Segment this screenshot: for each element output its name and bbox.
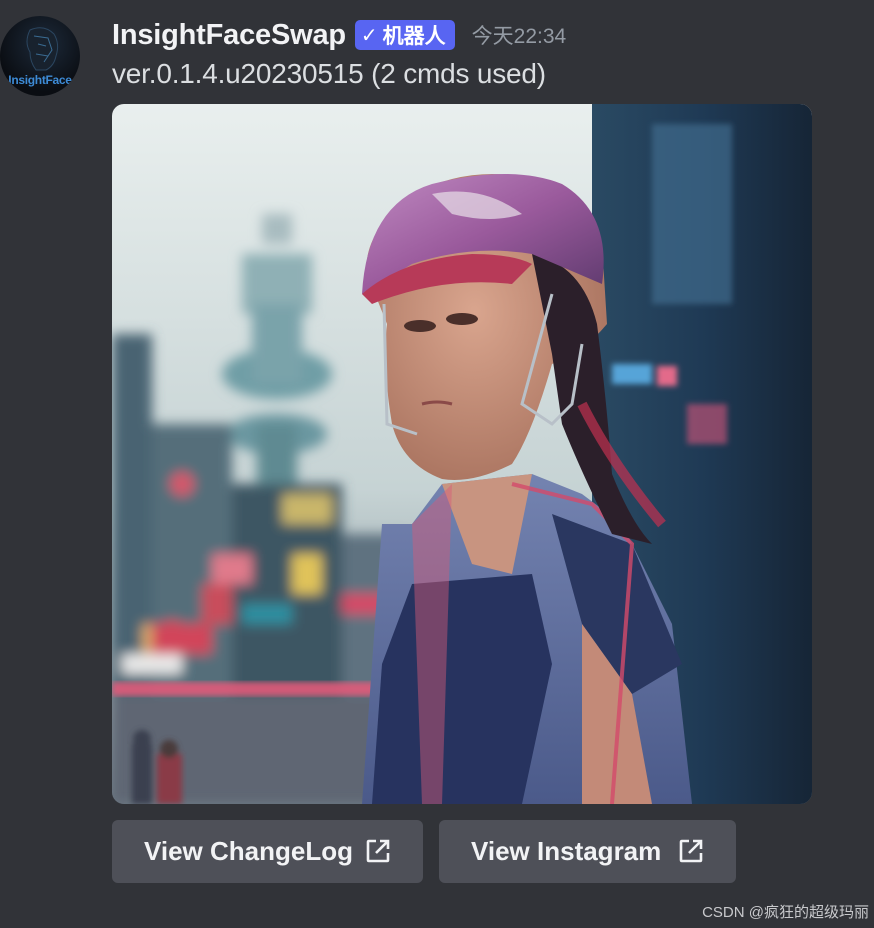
bot-badge: ✓ 机器人 bbox=[354, 20, 455, 50]
view-instagram-label: View Instagram bbox=[471, 836, 662, 866]
bot-badge-label: 机器人 bbox=[382, 25, 446, 48]
author-name[interactable]: InsightFaceSwap bbox=[112, 19, 346, 52]
external-link-icon bbox=[365, 838, 391, 871]
attachment-image[interactable] bbox=[112, 104, 812, 804]
message-content: ver.0.1.4.u20230515 (2 cmds used) bbox=[112, 58, 546, 89]
csdn-watermark: CSDN @疯狂的超级玛丽 bbox=[702, 904, 869, 921]
avatar-logo-text: InsightFace bbox=[8, 73, 72, 87]
message-header: InsightFaceSwap ✓ 机器人 今天22:34 bbox=[112, 14, 566, 56]
external-link-icon bbox=[678, 838, 704, 871]
check-icon: ✓ bbox=[360, 24, 378, 47]
view-changelog-label: View ChangeLog bbox=[144, 836, 353, 866]
view-changelog-button[interactable]: View ChangeLog bbox=[112, 820, 423, 883]
view-instagram-button[interactable]: View Instagram bbox=[439, 820, 736, 883]
bot-avatar[interactable]: InsightFace bbox=[0, 16, 80, 96]
message-timestamp[interactable]: 今天22:34 bbox=[472, 20, 567, 50]
